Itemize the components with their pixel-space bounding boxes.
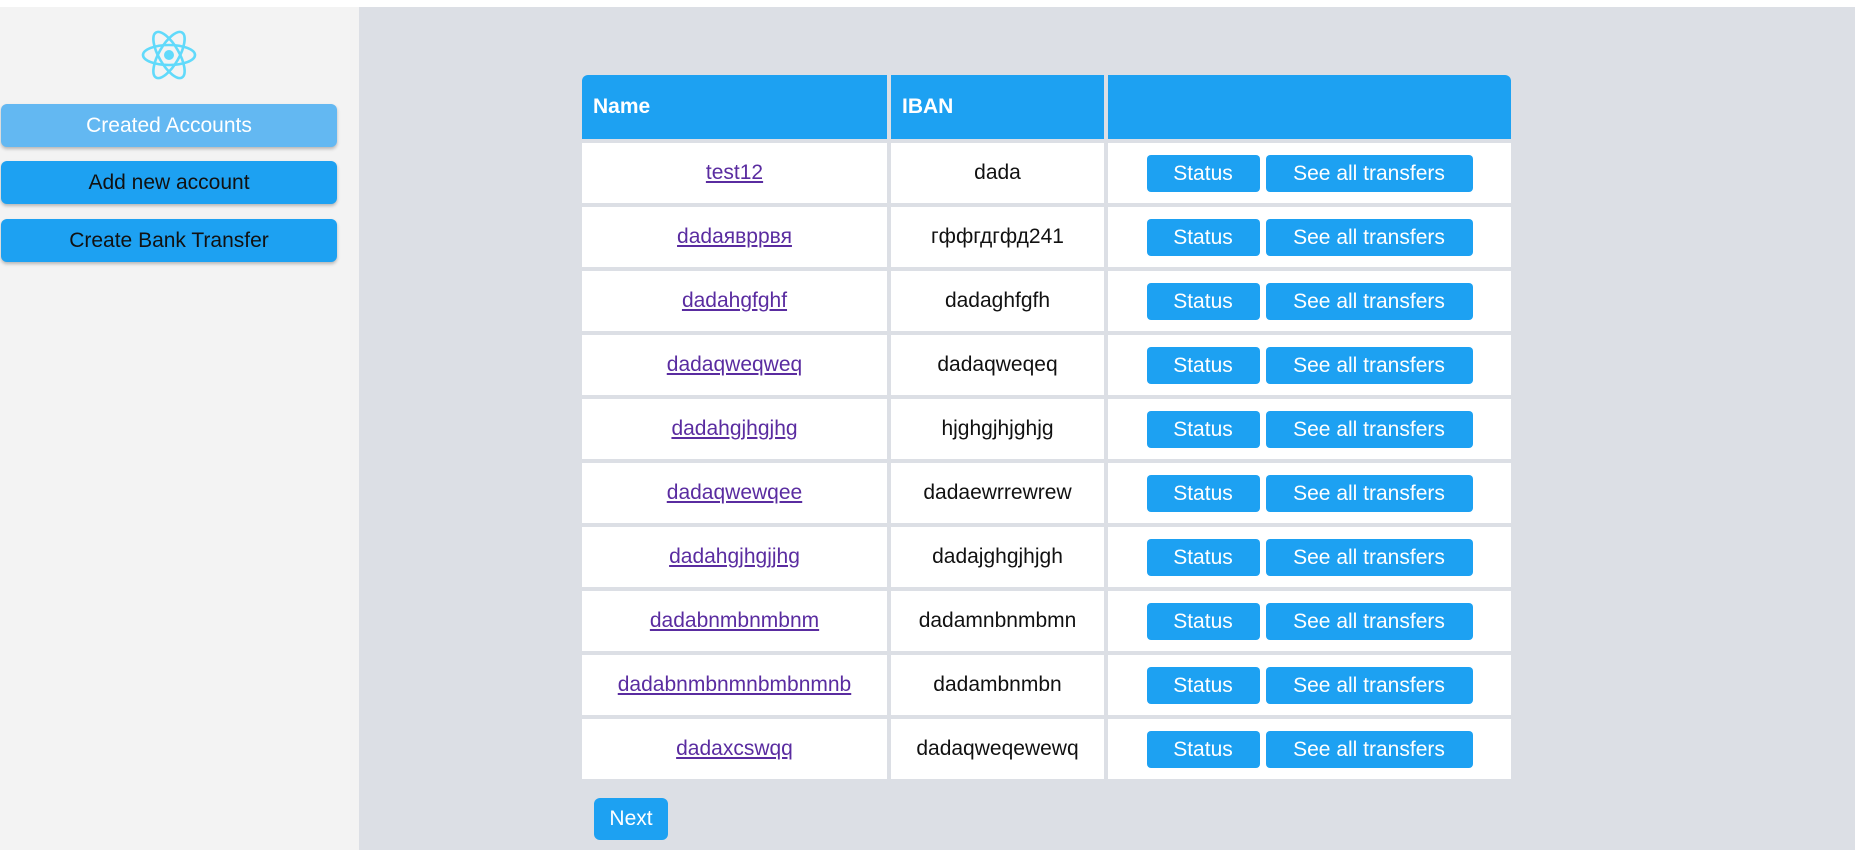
iban-cell: dadaewrrewrew: [891, 463, 1104, 523]
actions-cell: Status See all transfers: [1108, 335, 1511, 395]
name-cell: dadabnmbnmnbmbnmnb: [582, 655, 887, 715]
table-row: dadaяврpвя гффгдгфд241 Status See all tra…: [582, 207, 1511, 267]
table-row: dadaqweqweq dadaqweqeq Status See all tra…: [582, 335, 1511, 395]
see-all-transfers-button[interactable]: See all transfers: [1265, 666, 1473, 704]
status-button[interactable]: Status: [1146, 346, 1260, 384]
name-cell: dadabnmbnmbnm: [582, 591, 887, 651]
table-header-row: Name IBAN: [582, 75, 1511, 139]
column-header-actions: [1108, 75, 1511, 139]
sidebar-item-create-bank-transfer[interactable]: Create Bank Transfer: [1, 219, 337, 262]
see-all-transfers-button[interactable]: See all transfers: [1265, 602, 1473, 640]
name-cell: dadaqweqweq: [582, 335, 887, 395]
status-button[interactable]: Status: [1146, 474, 1260, 512]
account-name-link[interactable]: dadaяврpвя: [677, 225, 792, 248]
column-header-name: Name: [582, 75, 887, 139]
table-row: dadabnmbnmnbmbnmnb dadambnmbn Status See …: [582, 655, 1511, 715]
account-name-link[interactable]: dadaqwewqee: [667, 481, 802, 504]
actions-cell: Status See all transfers: [1108, 655, 1511, 715]
see-all-transfers-button[interactable]: See all transfers: [1265, 410, 1473, 448]
table-row: test12 dada Status See all transfers: [582, 143, 1511, 203]
actions-cell: Status See all transfers: [1108, 143, 1511, 203]
status-button[interactable]: Status: [1146, 666, 1260, 704]
sidebar-item-add-new-account[interactable]: Add new account: [1, 161, 337, 204]
see-all-transfers-button[interactable]: See all transfers: [1265, 154, 1473, 192]
status-button[interactable]: Status: [1146, 154, 1260, 192]
name-cell: dadahgjhgjhg: [582, 399, 887, 459]
status-button[interactable]: Status: [1146, 218, 1260, 256]
account-name-link[interactable]: dadaxcswqq: [676, 737, 793, 760]
see-all-transfers-button[interactable]: See all transfers: [1265, 346, 1473, 384]
actions-cell: Status See all transfers: [1108, 399, 1511, 459]
account-name-link[interactable]: dadahgfghf: [682, 289, 787, 312]
actions-cell: Status See all transfers: [1108, 527, 1511, 587]
account-name-link[interactable]: test12: [706, 161, 763, 184]
react-atom-icon: [141, 30, 197, 80]
actions-cell: Status See all transfers: [1108, 463, 1511, 523]
status-button[interactable]: Status: [1146, 538, 1260, 576]
status-button[interactable]: Status: [1146, 602, 1260, 640]
actions-cell: Status See all transfers: [1108, 719, 1511, 779]
status-button[interactable]: Status: [1146, 410, 1260, 448]
actions-cell: Status See all transfers: [1108, 591, 1511, 651]
name-cell: dadaxcswqq: [582, 719, 887, 779]
iban-cell: dadaqweqeq: [891, 335, 1104, 395]
see-all-transfers-button[interactable]: See all transfers: [1265, 282, 1473, 320]
column-header-iban: IBAN: [891, 75, 1104, 139]
next-page-button[interactable]: Next: [594, 798, 668, 840]
name-cell: dadahgjhgjjhg: [582, 527, 887, 587]
account-name-link[interactable]: dadabnmbnmbnm: [650, 609, 819, 632]
main-content: Name IBAN test12 dada Status See all tran…: [359, 7, 1855, 850]
see-all-transfers-button[interactable]: See all transfers: [1265, 474, 1473, 512]
iban-cell: dadaqweqewewq: [891, 719, 1104, 779]
status-button[interactable]: Status: [1146, 282, 1260, 320]
iban-cell: dada: [891, 143, 1104, 203]
see-all-transfers-button[interactable]: See all transfers: [1265, 218, 1473, 256]
name-cell: dadaqwewqee: [582, 463, 887, 523]
iban-cell: hjghgjhjghjg: [891, 399, 1104, 459]
table-row: dadabnmbnmbnm dadamnbnmbmn Status See all…: [582, 591, 1511, 651]
account-name-link[interactable]: dadahgjhgjhg: [671, 417, 797, 440]
actions-cell: Status See all transfers: [1108, 271, 1511, 331]
iban-cell: dadaghfgfh: [891, 271, 1104, 331]
name-cell: dadaяврpвя: [582, 207, 887, 267]
see-all-transfers-button[interactable]: See all transfers: [1265, 538, 1473, 576]
table-row: dadaxcswqq dadaqweqewewq Status See all t…: [582, 719, 1511, 779]
sidebar-item-created-accounts[interactable]: Created Accounts: [1, 104, 337, 147]
see-all-transfers-button[interactable]: See all transfers: [1265, 730, 1473, 768]
iban-cell: dadajghgjhjgh: [891, 527, 1104, 587]
account-name-link[interactable]: dadabnmbnmnbmbnmnb: [618, 673, 851, 696]
accounts-table: Name IBAN test12 dada Status See all tran…: [578, 71, 1515, 783]
name-cell: dadahgfghf: [582, 271, 887, 331]
account-name-link[interactable]: dadaqweqweq: [667, 353, 802, 376]
table-row: dadahgfghf dadaghfgfh Status See all tran…: [582, 271, 1511, 331]
table-row: dadahgjhgjjhg dadajghgjhjgh Status See al…: [582, 527, 1511, 587]
iban-cell: dadamnbnmbmn: [891, 591, 1104, 651]
account-name-link[interactable]: dadahgjhgjjhg: [669, 545, 800, 568]
table-row: dadaqwewqee dadaewrrewrew Status See all …: [582, 463, 1511, 523]
name-cell: test12: [582, 143, 887, 203]
sidebar: Created Accounts Add new account Create …: [0, 7, 359, 850]
table-row: dadahgjhgjhg hjghgjhjghjg Status See all …: [582, 399, 1511, 459]
actions-cell: Status See all transfers: [1108, 207, 1511, 267]
iban-cell: dadambnmbn: [891, 655, 1104, 715]
app: Created Accounts Add new account Create …: [0, 7, 1855, 850]
status-button[interactable]: Status: [1146, 730, 1260, 768]
iban-cell: гффгдгфд241: [891, 207, 1104, 267]
